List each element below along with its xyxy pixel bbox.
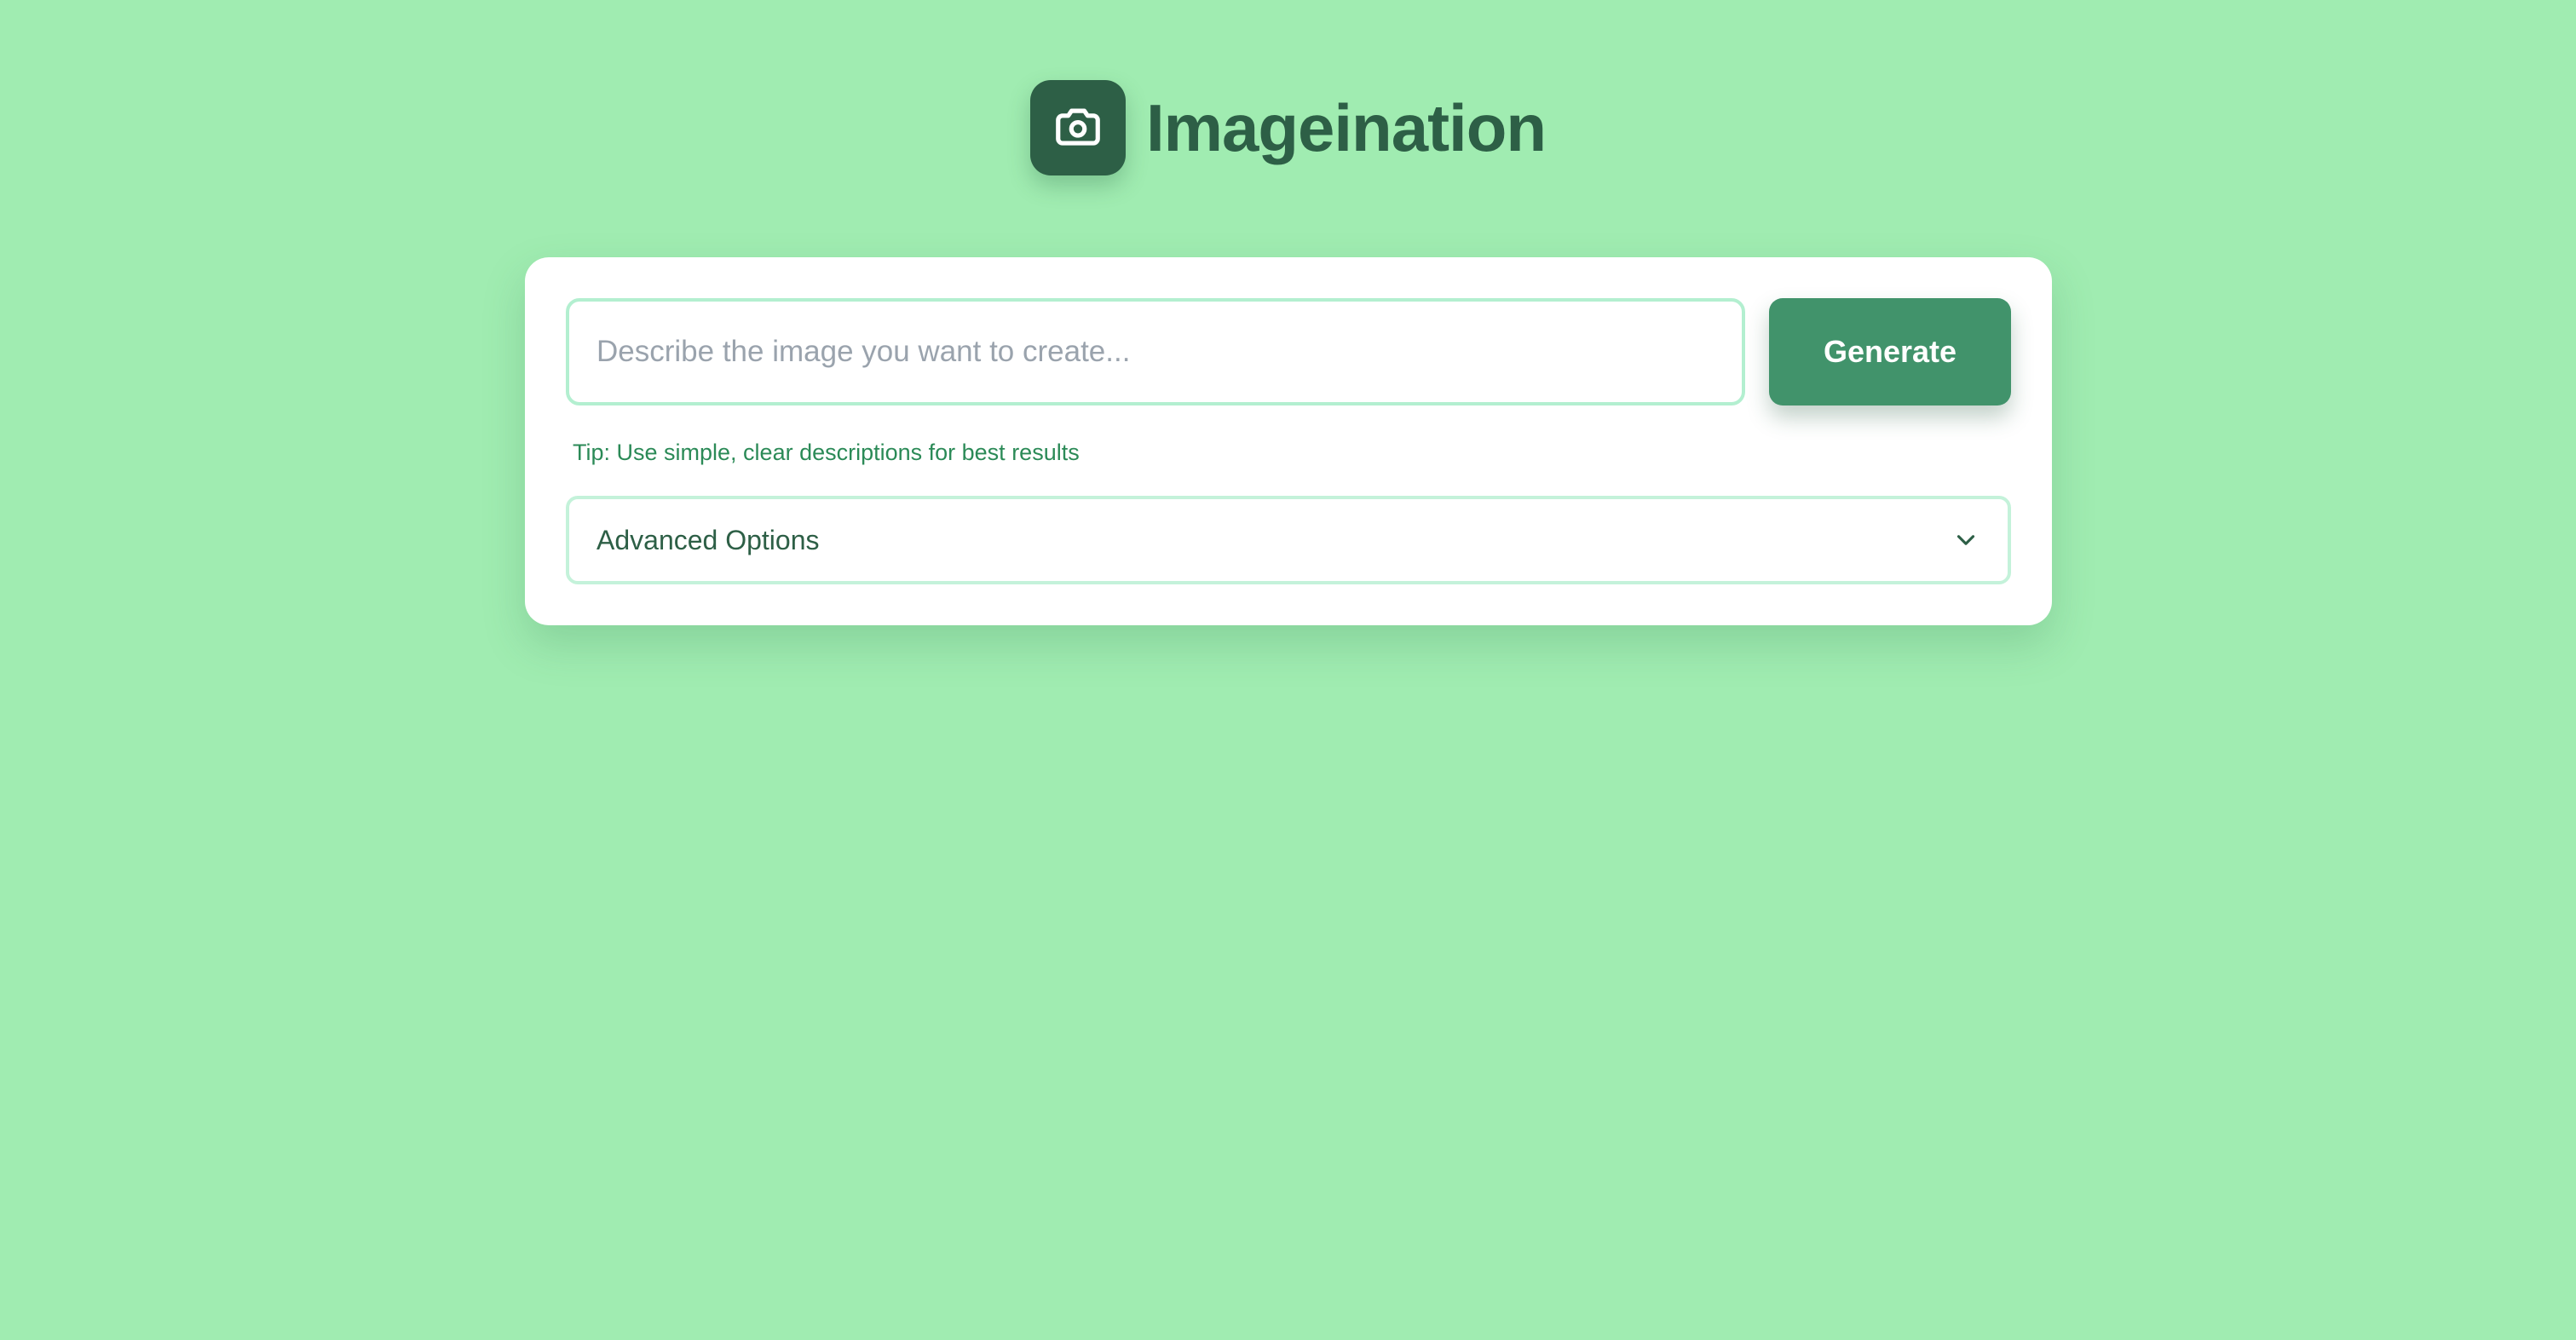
app-header: Imageination (0, 80, 2576, 175)
advanced-options-label: Advanced Options (596, 524, 820, 555)
camera-icon (1056, 108, 1100, 146)
generate-button[interactable]: Generate (1769, 298, 2011, 405)
generator-card: Generate Tip: Use simple, clear descript… (525, 257, 2052, 625)
prompt-input[interactable] (566, 298, 1745, 405)
chevron-down-icon (1951, 526, 1980, 555)
app-title: Imageination (1145, 90, 1547, 165)
advanced-options-toggle[interactable]: Advanced Options (566, 496, 2011, 584)
app-logo (1029, 80, 1126, 175)
tip-text: Tip: Use simple, clear descriptions for … (573, 440, 1080, 465)
